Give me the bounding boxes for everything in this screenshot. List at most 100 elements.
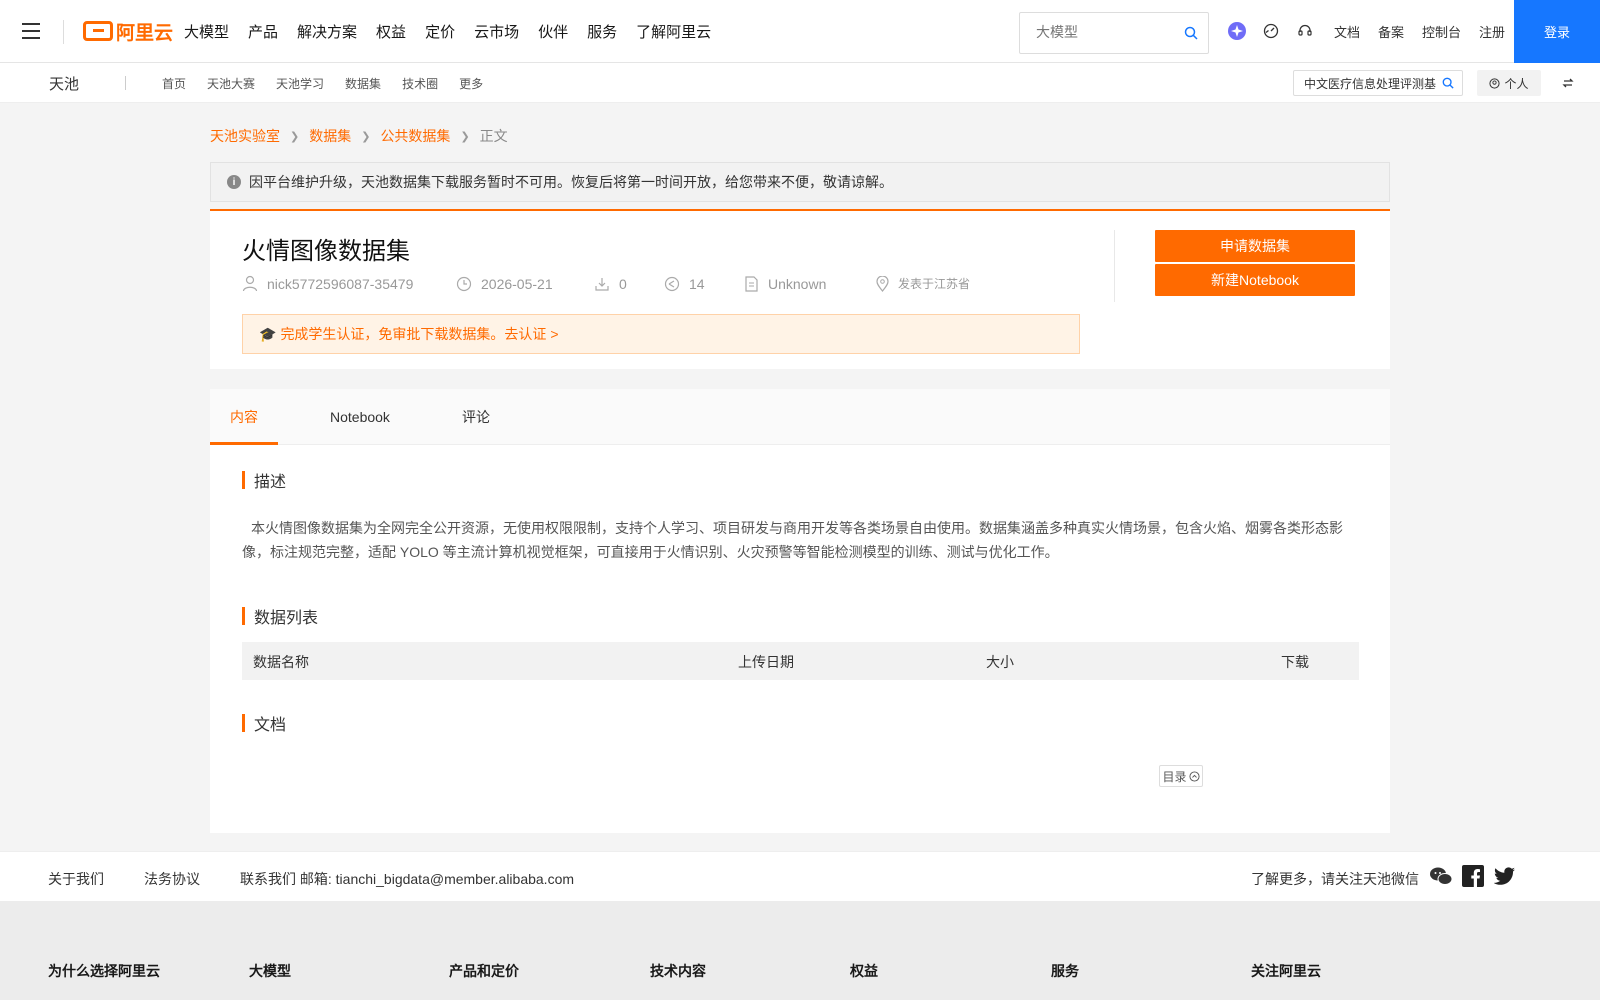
toc-label: 目录 (1162, 769, 1187, 784)
breadcrumb: 天池实验室 ❯ 数据集 ❯ 公共数据集 ❯ 正文 (210, 126, 508, 146)
meta-downloads: 0 (594, 276, 664, 292)
col-upload-date: 上传日期 (738, 654, 794, 670)
footer-col-products[interactable]: 产品和定价 (449, 961, 519, 981)
user-circle-icon (1489, 77, 1501, 89)
aliyun-logo[interactable]: 阿里云 (83, 19, 174, 44)
search-icon[interactable] (1184, 26, 1198, 43)
meta-license: Unknown (744, 276, 876, 292)
dataset-header-card: 火情图像数据集 nick5772596087-35479 2026-05-21 … (210, 209, 1390, 369)
breadcrumb-public-datasets[interactable]: 公共数据集 (380, 126, 450, 146)
switch-icon[interactable] (1562, 76, 1574, 92)
menu-item-solutions[interactable]: 解决方案 (297, 21, 357, 42)
footer-col-services[interactable]: 服务 (1051, 961, 1079, 981)
menu-item-products[interactable]: 产品 (248, 21, 278, 42)
global-search-input[interactable] (1036, 24, 1176, 40)
footer-col-benefits[interactable]: 权益 (850, 961, 878, 981)
clock-icon (456, 276, 472, 291)
new-notebook-button[interactable]: 新建Notebook (1155, 264, 1355, 296)
footer-contact[interactable]: 联系我们 邮箱: tianchi_bigdata@member.alibaba.… (240, 869, 574, 889)
personal-button[interactable]: 个人 (1477, 70, 1541, 96)
col-download: 下载 (1281, 654, 1309, 670)
link-register[interactable]: 注册 (1479, 22, 1505, 41)
submenu-competition[interactable]: 天池大赛 (207, 75, 255, 92)
ai-assistant-icon[interactable] (1226, 20, 1248, 42)
link-icp[interactable]: 备案 (1378, 22, 1404, 41)
tab-notebook[interactable]: Notebook (330, 389, 390, 445)
tianchi-brand[interactable]: 天池 (49, 73, 79, 94)
meta-author: nick5772596087-35479 (242, 275, 456, 292)
tianchi-subnav: 天池 首页 天池大赛 天池学习 数据集 技术圈 更多 个人 (0, 63, 1600, 103)
apply-dataset-button[interactable]: 申请数据集 (1155, 230, 1355, 262)
top-navbar: 阿里云 大模型 产品 解决方案 权益 定价 云市场 伙伴 服务 了解阿里云 文档… (0, 0, 1600, 63)
footer-links-area: 为什么选择阿里云 大模型 产品和定价 技术内容 权益 服务 关注阿里云 (0, 901, 1600, 1000)
toc-button[interactable]: 目录 (1159, 765, 1203, 787)
tianchi-search[interactable] (1293, 70, 1463, 96)
graduation-cap-icon: 🎓 (259, 325, 277, 342)
tab-content[interactable]: 内容 (230, 389, 258, 445)
footer-bar: 关于我们 法务协议 联系我们 邮箱: tianchi_bigdata@membe… (0, 851, 1600, 901)
license-value: Unknown (768, 275, 827, 292)
footer-col-llm[interactable]: 大模型 (249, 961, 291, 981)
login-button[interactable]: 登录 (1514, 0, 1600, 63)
link-console[interactable]: 控制台 (1422, 22, 1461, 41)
submenu-more[interactable]: 更多 (459, 75, 483, 92)
col-data-name: 数据名称 (253, 654, 309, 670)
link-docs[interactable]: 文档 (1334, 22, 1360, 41)
meta-shares: 14 (664, 276, 744, 292)
menu-item-pricing[interactable]: 定价 (425, 21, 455, 42)
section-title-text: 描述 (254, 474, 287, 491)
author-name[interactable]: nick5772596087-35479 (267, 276, 413, 292)
submenu-tech-circle[interactable]: 技术圈 (402, 75, 438, 92)
search-icon[interactable] (1442, 76, 1454, 92)
menu-item-partners[interactable]: 伙伴 (538, 21, 568, 42)
footer-legal[interactable]: 法务协议 (144, 869, 200, 889)
footer-col-tech[interactable]: 技术内容 (650, 961, 706, 981)
footer-col-why[interactable]: 为什么选择阿里云 (48, 961, 160, 981)
menu-item-services[interactable]: 服务 (587, 21, 617, 42)
tianchi-menu: 首页 天池大赛 天池学习 数据集 技术圈 更多 (162, 63, 504, 103)
breadcrumb-lab[interactable]: 天池实验室 (210, 126, 280, 146)
submenu-datasets[interactable]: 数据集 (345, 75, 381, 92)
menu-item-about[interactable]: 了解阿里云 (636, 21, 711, 42)
tianchi-search-input[interactable] (1304, 76, 1438, 90)
location-pin-icon (876, 275, 889, 292)
content-panel: 描述 本火情图像数据集为全网完全公开资源，无使用权限限制，支持个人学习、项目研发… (210, 445, 1390, 833)
hamburger-menu-icon[interactable] (22, 23, 40, 39)
student-cert-banner[interactable]: 🎓 完成学生认证，免审批下载数据集。去认证 > (242, 314, 1080, 354)
divider (1114, 230, 1115, 302)
section-data-list-title: 数据列表 (242, 604, 318, 628)
support-headset-icon[interactable] (1294, 20, 1316, 42)
dashboard-icon[interactable] (1260, 20, 1282, 42)
chevron-right-icon: ❯ (361, 130, 371, 143)
data-table-header: 数据名称 上传日期 大小 下载 (242, 642, 1359, 680)
dataset-tabs: 内容 Notebook 评论 (210, 389, 1390, 445)
share-icon (664, 276, 680, 291)
global-search[interactable] (1019, 12, 1209, 54)
wechat-icon[interactable] (1429, 865, 1453, 890)
submenu-learning[interactable]: 天池学习 (276, 75, 324, 92)
info-icon: i (227, 175, 241, 189)
footer-follow-text: 了解更多，请关注天池微信 (1251, 871, 1419, 887)
facebook-icon[interactable] (1462, 865, 1484, 890)
user-icon (242, 275, 258, 292)
breadcrumb-datasets[interactable]: 数据集 (309, 126, 351, 146)
section-title-text: 数据列表 (254, 610, 319, 627)
cert-link[interactable]: 完成学生认证，免审批下载数据集。去认证 > (280, 324, 558, 344)
chevron-right-icon: ❯ (460, 130, 470, 143)
menu-item-benefits[interactable]: 权益 (376, 21, 406, 42)
menu-item-marketplace[interactable]: 云市场 (474, 21, 519, 42)
tab-comments[interactable]: 评论 (462, 389, 490, 445)
download-icon (595, 277, 609, 291)
footer-col-follow[interactable]: 关注阿里云 (1251, 961, 1321, 981)
share-count: 14 (689, 275, 705, 292)
twitter-icon[interactable] (1493, 867, 1516, 888)
personal-label: 个人 (1504, 76, 1529, 91)
footer-about[interactable]: 关于我们 (48, 869, 104, 889)
menu-item-llm[interactable]: 大模型 (184, 21, 229, 42)
chevron-right-icon: ❯ (290, 130, 300, 143)
logo-text: 阿里云 (116, 22, 174, 44)
submenu-home[interactable]: 首页 (162, 75, 186, 92)
top-links: 文档 备案 控制台 注册 (1334, 0, 1523, 63)
publish-date: 2026-05-21 (481, 275, 553, 292)
chevron-up-circle-icon (1188, 770, 1200, 782)
